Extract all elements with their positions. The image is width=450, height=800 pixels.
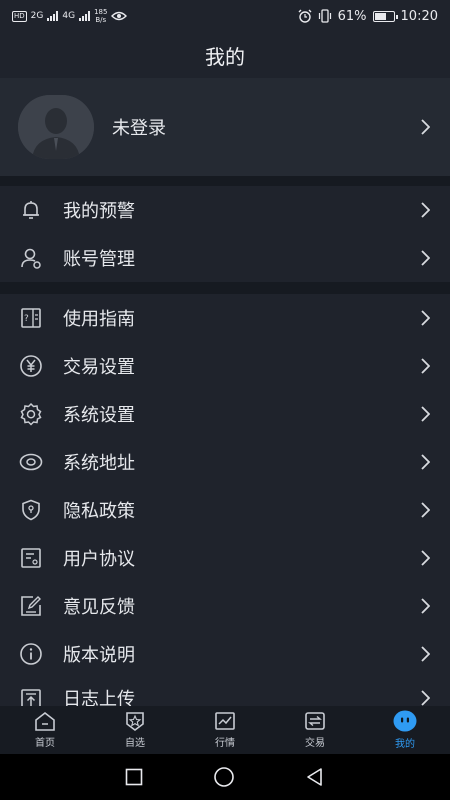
menu-label: 我的预警 bbox=[63, 201, 135, 222]
menu-label: 用户协议 bbox=[63, 549, 135, 570]
yen-icon bbox=[18, 353, 44, 379]
net-speed-unit: B/s bbox=[95, 16, 107, 24]
menu-label: 意见反馈 bbox=[63, 597, 135, 618]
tab-label: 交易 bbox=[305, 738, 325, 749]
chevron-right-icon bbox=[418, 117, 432, 137]
tab-label: 我的 bbox=[395, 739, 415, 750]
menu-item-log-upload[interactable]: 日志上传 bbox=[0, 678, 450, 706]
hd-badge: HD bbox=[12, 10, 27, 22]
status-right: 61% 10:20 bbox=[298, 9, 438, 24]
default-avatar-icon bbox=[18, 95, 94, 159]
net-speed-value: 185 bbox=[94, 8, 108, 16]
chevron-right-icon bbox=[418, 356, 432, 376]
svg-text:?: ? bbox=[24, 314, 29, 324]
menu-item-guide[interactable]: ? 使用指南 bbox=[0, 294, 450, 342]
home-icon bbox=[35, 711, 55, 731]
menu-label: 日志上传 bbox=[63, 689, 135, 706]
menu-item-user-agreement[interactable]: 用户协议 bbox=[0, 534, 450, 582]
menu-item-privacy[interactable]: 隐私政策 bbox=[0, 486, 450, 534]
chart-line-icon bbox=[215, 712, 235, 730]
chevron-right-icon bbox=[418, 644, 432, 664]
avatar[interactable] bbox=[18, 95, 94, 159]
home-nav-icon[interactable] bbox=[213, 766, 235, 788]
user-manage-icon bbox=[18, 245, 44, 271]
eye-status-icon bbox=[111, 11, 128, 21]
smile-icon bbox=[393, 710, 417, 732]
menu-item-account[interactable]: 账号管理 bbox=[0, 234, 450, 282]
chevron-right-icon bbox=[418, 596, 432, 616]
agreement-icon bbox=[18, 545, 44, 571]
tab-label: 自选 bbox=[125, 738, 145, 749]
login-status: 未登录 bbox=[112, 118, 166, 139]
page-title: 我的 bbox=[205, 44, 245, 69]
tab-watchlist[interactable]: 自选 bbox=[90, 706, 180, 754]
status-bar: HD 2G 4G 185 B/s 61% 10:20 bbox=[0, 0, 450, 32]
chevron-right-icon bbox=[418, 548, 432, 568]
menu-item-feedback[interactable]: 意见反馈 bbox=[0, 582, 450, 630]
tab-label: 首页 bbox=[35, 738, 55, 749]
battery-percent: 61% bbox=[337, 8, 367, 24]
net-gen2-label: 4G bbox=[62, 11, 76, 21]
signal-icon-2 bbox=[79, 11, 91, 21]
menu-label: 账号管理 bbox=[63, 249, 135, 270]
menu-item-system-settings[interactable]: 系统设置 bbox=[0, 390, 450, 438]
net-speed: 185 B/s bbox=[94, 8, 107, 24]
menu-label: 系统设置 bbox=[63, 405, 135, 426]
clock: 10:20 bbox=[400, 8, 438, 24]
chevron-right-icon bbox=[418, 452, 432, 472]
status-left: HD 2G 4G 185 B/s bbox=[12, 8, 128, 24]
system-nav-bar bbox=[0, 754, 450, 800]
tab-trade[interactable]: 交易 bbox=[270, 706, 360, 754]
menu-label: 版本说明 bbox=[63, 645, 135, 666]
tab-market[interactable]: 行情 bbox=[180, 706, 270, 754]
back-icon[interactable] bbox=[305, 767, 325, 787]
section-divider bbox=[0, 282, 450, 294]
upload-icon bbox=[18, 686, 44, 706]
bottom-tab-bar: 首页 自选 行情 交易 我的 bbox=[0, 706, 450, 754]
chevron-right-icon bbox=[418, 688, 432, 706]
star-shield-icon bbox=[126, 712, 144, 731]
menu-label: 使用指南 bbox=[63, 309, 135, 330]
bell-icon bbox=[18, 197, 44, 223]
tab-label: 行情 bbox=[215, 738, 235, 749]
menu-label: 隐私政策 bbox=[63, 501, 135, 522]
edit-icon bbox=[18, 593, 44, 619]
signal-icon bbox=[47, 11, 59, 21]
recents-icon[interactable] bbox=[125, 768, 143, 786]
menu-label: 交易设置 bbox=[63, 357, 135, 378]
page-header: 我的 bbox=[0, 32, 450, 78]
gear-icon bbox=[18, 401, 44, 427]
battery-icon bbox=[372, 10, 398, 22]
info-icon bbox=[18, 641, 44, 667]
guide-icon: ? bbox=[18, 305, 44, 331]
menu-item-system-address[interactable]: 系统地址 bbox=[0, 438, 450, 486]
exchange-icon bbox=[305, 712, 325, 730]
vibrate-icon bbox=[318, 9, 331, 23]
chevron-right-icon bbox=[418, 500, 432, 520]
eye-icon bbox=[18, 449, 44, 475]
chevron-right-icon bbox=[418, 308, 432, 328]
chevron-right-icon bbox=[418, 404, 432, 424]
menu-item-alerts[interactable]: 我的预警 bbox=[0, 186, 450, 234]
shield-icon bbox=[18, 497, 44, 523]
profile-row[interactable]: 未登录 bbox=[0, 78, 450, 176]
section-divider bbox=[0, 176, 450, 186]
alarm-icon bbox=[298, 9, 312, 23]
chevron-right-icon bbox=[418, 200, 432, 220]
menu-item-version[interactable]: 版本说明 bbox=[0, 630, 450, 678]
tab-mine[interactable]: 我的 bbox=[360, 706, 450, 754]
menu-label: 系统地址 bbox=[63, 453, 135, 474]
net-gen-label: 2G bbox=[30, 11, 44, 21]
chevron-right-icon bbox=[418, 248, 432, 268]
tab-home[interactable]: 首页 bbox=[0, 706, 90, 754]
menu-item-trade-settings[interactable]: 交易设置 bbox=[0, 342, 450, 390]
